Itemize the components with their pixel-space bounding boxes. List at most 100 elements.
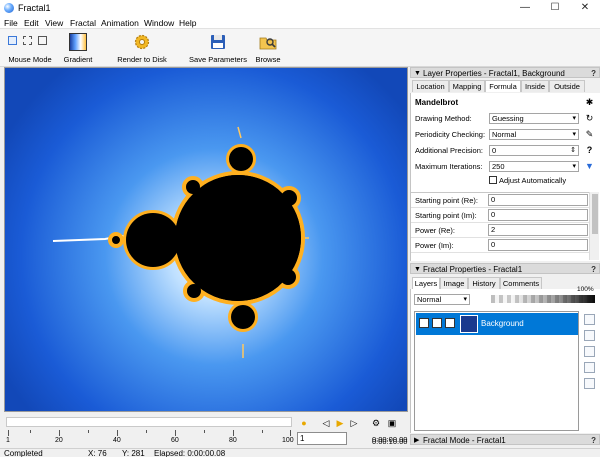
step-back-icon[interactable]: ◁ (320, 417, 332, 429)
menu-window[interactable]: Window (144, 18, 174, 28)
tab-mapping[interactable]: Mapping (449, 80, 485, 92)
tab-comments[interactable]: Comments (500, 277, 542, 289)
select-cursor-icon[interactable] (8, 36, 17, 45)
blend-mode-value: Normal (417, 295, 442, 304)
menu-fractal[interactable]: Fractal (70, 18, 96, 28)
edit-formula-icon[interactable]: ✎ (584, 129, 595, 140)
expand-arrow-icon[interactable]: ▼ (584, 161, 595, 172)
mandelbrot-render[interactable] (5, 68, 408, 412)
close-button[interactable]: ✕ (572, 1, 598, 15)
chevron-down-icon: ▾ (572, 131, 576, 138)
layer-name: Background (481, 319, 524, 328)
layer-list: Background (414, 311, 579, 431)
menu-view[interactable]: View (45, 18, 63, 28)
param-row: Power (Re): 2 (411, 223, 589, 238)
max-iterations-label: Maximum Iterations: (415, 162, 483, 171)
layer-row[interactable]: Background (416, 313, 578, 335)
status-bar: Completed X: 76 Y: 281 Elapsed: 0:00:00.… (0, 448, 600, 457)
menu-file[interactable]: File (4, 18, 18, 28)
fractal-mode-header[interactable]: ▶ Fractal Mode - Fractal1 ? (410, 434, 600, 445)
spin-icon[interactable]: ⇕ (570, 146, 576, 155)
duplicate-layer-icon[interactable] (584, 330, 595, 341)
delete-layer-icon[interactable] (584, 378, 595, 389)
param-value-input[interactable]: 0 (488, 194, 588, 206)
opacity-slider[interactable] (491, 295, 595, 303)
blend-mode-select[interactable]: Normal ▾ (414, 294, 470, 305)
move-layer-icon[interactable] (584, 362, 595, 373)
tick-mark (30, 430, 31, 433)
toolbar: Mouse Mode Gradient Render to Disk Save … (0, 29, 600, 67)
menu-edit[interactable]: Edit (24, 18, 39, 28)
tab-history[interactable]: History (468, 277, 500, 289)
step-forward-icon[interactable]: ▷ (348, 417, 360, 429)
browse-label: Browse (255, 55, 281, 64)
precision-stepper[interactable]: 0 ⇕ (489, 145, 579, 156)
formula-browse-icon[interactable]: ✱ (584, 97, 595, 108)
help-icon[interactable]: ? (591, 435, 596, 446)
scrollbar-thumb[interactable] (592, 194, 598, 234)
periodicity-select[interactable]: Normal ▾ (489, 129, 579, 140)
parameters-scrollbar[interactable] (589, 192, 599, 260)
menu-animation[interactable]: Animation (101, 18, 139, 28)
menu-help[interactable]: Help (179, 18, 196, 28)
maximize-button[interactable]: ☐ (542, 1, 568, 15)
max-iterations-select[interactable]: 250 ▾ (489, 161, 579, 172)
play-icon[interactable]: ▶ (334, 417, 346, 429)
gradient-button[interactable]: Gradient (60, 31, 96, 65)
param-value-input[interactable]: 2 (488, 224, 588, 236)
param-row: Starting point (Im): 0 (411, 208, 589, 223)
tick-label: 80 (229, 437, 237, 444)
merge-layer-icon[interactable] (584, 346, 595, 357)
minimize-button[interactable]: — (512, 1, 538, 15)
param-value-input[interactable]: 0 (488, 239, 588, 251)
help-icon[interactable]: ? (591, 68, 596, 79)
status-y: Y: 281 (122, 449, 145, 457)
zoom-box-icon[interactable] (23, 36, 32, 45)
tab-outside[interactable]: Outside (549, 80, 585, 92)
layer-visible-icon[interactable] (419, 318, 429, 328)
browse-button[interactable]: Browse (252, 31, 284, 65)
max-iterations-value: 250 (492, 162, 505, 171)
fractal-properties-header[interactable]: ▼ Fractal Properties - Fractal1 ? (410, 263, 600, 274)
opacity-fill (491, 295, 595, 303)
tick-mark (8, 430, 9, 436)
help-icon[interactable]: ? (591, 264, 596, 275)
tick-mark (233, 430, 234, 436)
tab-location[interactable]: Location (412, 80, 449, 92)
layer-mask-icon[interactable] (445, 318, 455, 328)
render-animation-icon[interactable]: ▣ (386, 417, 398, 429)
layer-properties-title: Layer Properties - Fractal1, Background (423, 69, 565, 78)
adjust-auto-checkbox[interactable] (489, 176, 497, 184)
fractal-canvas[interactable] (4, 67, 408, 412)
param-row: Starting point (Re): 0 (411, 193, 589, 208)
refresh-icon[interactable]: ↻ (584, 113, 595, 124)
tab-formula[interactable]: Formula (485, 80, 521, 92)
render-to-disk-button[interactable]: Render to Disk (112, 31, 172, 65)
tab-inside[interactable]: Inside (521, 80, 549, 92)
animation-settings-icon[interactable]: ⚙ (370, 417, 382, 429)
timeline-track[interactable] (6, 417, 292, 427)
layer-lock-icon[interactable] (432, 318, 442, 328)
periodicity-label: Periodicity Checking: (415, 130, 486, 139)
formula-help-icon[interactable]: ? (584, 145, 595, 156)
layer-properties-header[interactable]: ▼ Layer Properties - Fractal1, Backgroun… (410, 67, 600, 78)
param-value-input[interactable]: 0 (488, 209, 588, 221)
tab-image[interactable]: Image (440, 277, 468, 289)
collapse-caret-icon[interactable]: ▼ (414, 264, 421, 275)
new-layer-icon[interactable] (584, 314, 595, 325)
expand-caret-icon[interactable]: ▶ (414, 435, 419, 446)
move-icon[interactable] (38, 36, 47, 45)
tab-layers[interactable]: Layers (412, 277, 440, 289)
save-disk-icon (211, 35, 225, 49)
record-keyframe-icon[interactable]: ● (298, 417, 310, 429)
collapse-caret-icon[interactable]: ▼ (414, 68, 421, 79)
fractal-properties-title: Fractal Properties - Fractal1 (423, 265, 523, 274)
mouse-mode-button[interactable]: Mouse Mode (2, 31, 58, 65)
tick-label: 60 (171, 437, 179, 444)
formula-parameters-grid: Starting point (Re): 0 Starting point (I… (411, 192, 589, 260)
frame-number-input[interactable]: 1 (297, 432, 347, 445)
drawing-method-select[interactable]: Guessing ▾ (489, 113, 579, 124)
tick-mark (290, 430, 291, 436)
save-parameters-button[interactable]: Save Parameters (188, 31, 248, 65)
animation-timeline: 1 20 40 60 80 100 ● ◁ ▶ ▷ ⚙ ▣ 1 0:00:00.… (0, 412, 410, 448)
